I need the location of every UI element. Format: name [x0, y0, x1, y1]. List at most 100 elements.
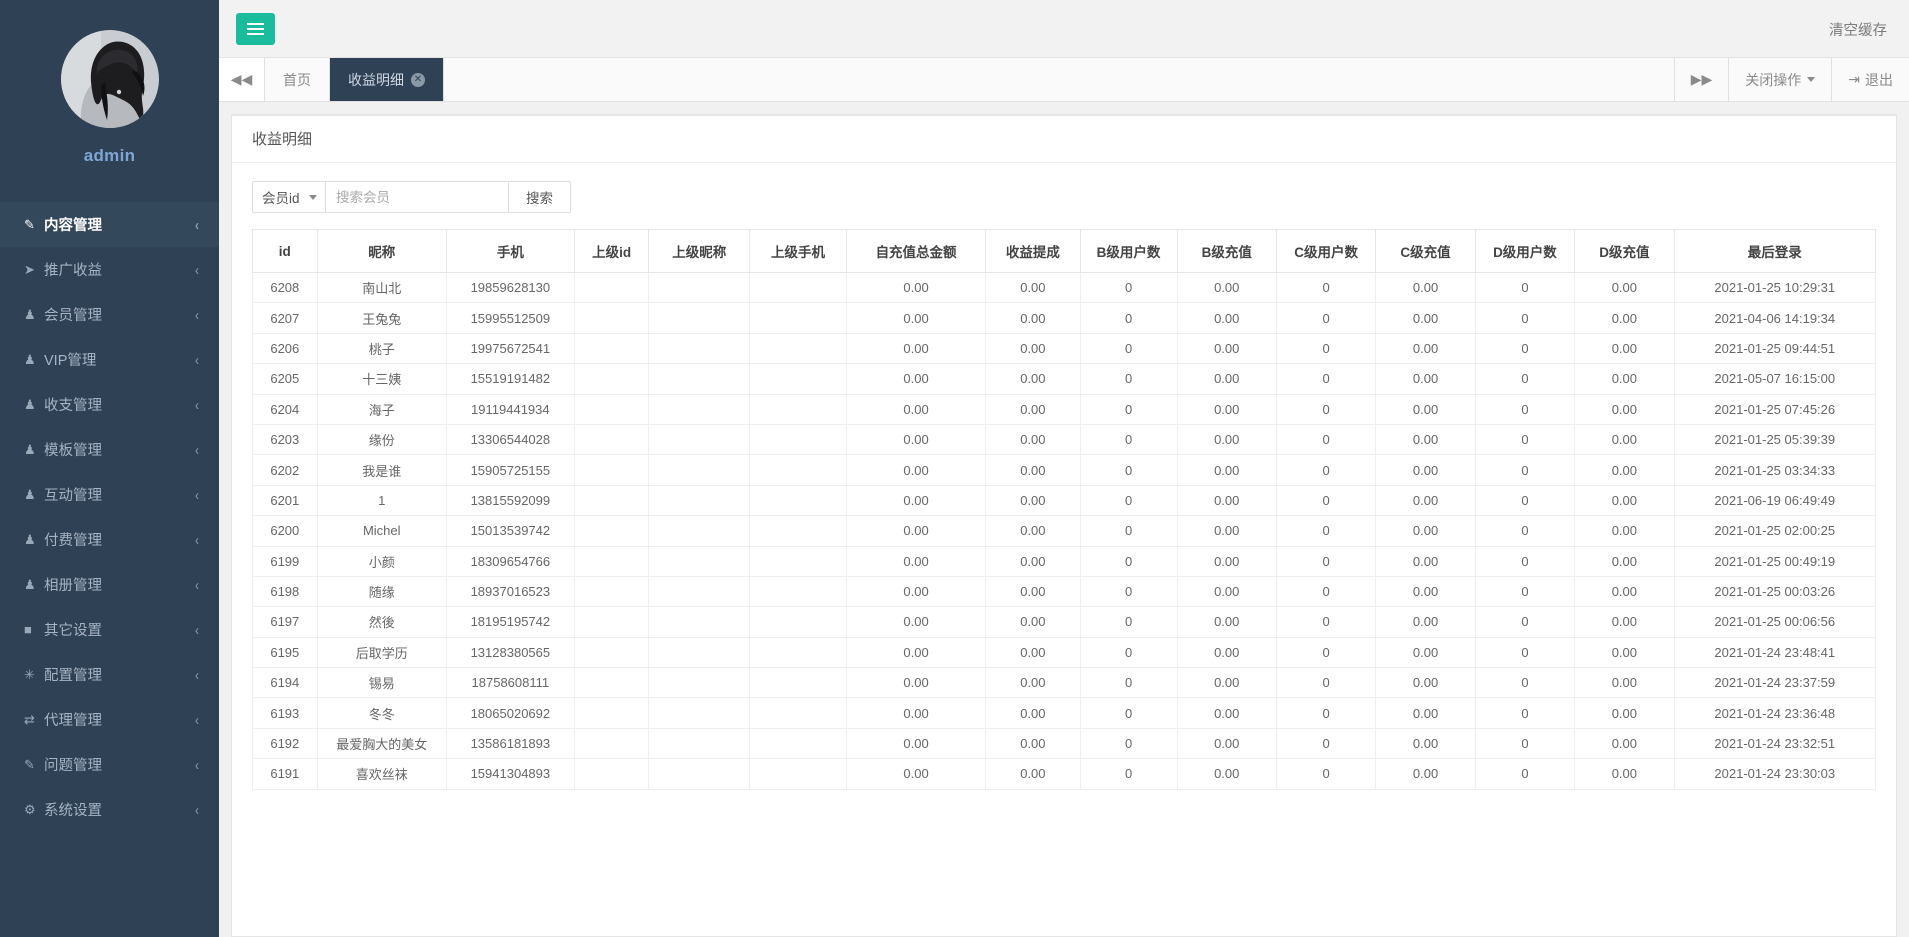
cell-C级用户数: 0	[1276, 364, 1375, 394]
table-row[interactable]: 6207王兔兔159955125090.000.0000.0000.0000.0…	[253, 303, 1876, 333]
chevron-left-icon: ‹	[195, 801, 199, 819]
sidebar-item-label: 代理管理	[44, 709, 195, 730]
cell-id: 6203	[253, 424, 318, 454]
cell-上级昵称	[649, 303, 750, 333]
hamburger-icon[interactable]	[236, 13, 275, 45]
cell-收益提成: 0.00	[986, 455, 1080, 485]
table-row[interactable]: 6208南山北198596281300.000.0000.0000.0000.0…	[253, 273, 1876, 303]
cell-B级充值: 0.00	[1177, 637, 1276, 667]
cell-D级充值: 0.00	[1575, 303, 1674, 333]
cell-上级手机	[750, 576, 847, 606]
cell-收益提成: 0.00	[986, 333, 1080, 363]
cell-C级充值: 0.00	[1376, 668, 1475, 698]
table-row[interactable]: 6195后取学历131283805650.000.0000.0000.0000.…	[253, 637, 1876, 667]
cell-id: 6198	[253, 576, 318, 606]
paper-plane-icon: ➤	[24, 263, 44, 276]
cell-D级充值: 0.00	[1575, 607, 1674, 637]
avatar[interactable]	[61, 30, 159, 128]
cell-自充值总金额: 0.00	[846, 546, 985, 576]
cell-D级用户数: 0	[1475, 424, 1574, 454]
sidebar-item-0[interactable]: ✎内容管理‹	[0, 202, 219, 247]
table-row[interactable]: 6194锡易187586081110.000.0000.0000.0000.00…	[253, 668, 1876, 698]
table-row[interactable]: 6193冬冬180650206920.000.0000.0000.0000.00…	[253, 698, 1876, 728]
sidebar-item-10[interactable]: ✳配置管理‹	[0, 652, 219, 697]
cell-C级充值: 0.00	[1376, 516, 1475, 546]
search-row: 会员id 搜索	[252, 181, 1876, 213]
sidebar-item-13[interactable]: ⚙系统设置‹	[0, 787, 219, 832]
sidebar-item-1[interactable]: ➤推广收益‹	[0, 247, 219, 292]
sidebar-item-9[interactable]: ■其它设置‹	[0, 607, 219, 652]
cell-上级id	[574, 516, 649, 546]
cell-id: 6204	[253, 394, 318, 424]
sidebar-item-3[interactable]: ♟VIP管理‹	[0, 337, 219, 382]
cell-D级用户数: 0	[1475, 607, 1574, 637]
sidebar-item-8[interactable]: ♟相册管理‹	[0, 562, 219, 607]
tabs-scroll-left-icon[interactable]: ◀◀	[219, 58, 265, 101]
search-button[interactable]: 搜索	[509, 181, 571, 213]
sidebar-item-4[interactable]: ♟收支管理‹	[0, 382, 219, 427]
search-input[interactable]	[326, 181, 509, 213]
tab-1[interactable]: 收益明细✕	[330, 58, 444, 101]
column-header-3: 上级id	[574, 230, 649, 273]
column-header-7: 收益提成	[986, 230, 1080, 273]
cell-id: 6199	[253, 546, 318, 576]
sidebar-item-12[interactable]: ✎问题管理‹	[0, 742, 219, 787]
clear-cache-button[interactable]: 清空缓存	[1829, 0, 1887, 58]
sidebar-item-label: 会员管理	[44, 304, 195, 325]
sidebar-item-label: 模板管理	[44, 439, 195, 460]
table-row[interactable]: 6199小颜183096547660.000.0000.0000.0000.00…	[253, 546, 1876, 576]
cell-C级充值: 0.00	[1376, 333, 1475, 363]
cell-id: 6194	[253, 668, 318, 698]
table-row[interactable]: 6191喜欢丝袜159413048930.000.0000.0000.0000.…	[253, 759, 1876, 789]
sidebar-item-6[interactable]: ♟互动管理‹	[0, 472, 219, 517]
table-row[interactable]: 6192最爱胸大的美女135861818930.000.0000.0000.00…	[253, 728, 1876, 758]
chevron-left-icon: ‹	[195, 396, 199, 414]
close-ops-dropdown[interactable]: 关闭操作	[1729, 58, 1832, 101]
cell-收益提成: 0.00	[986, 546, 1080, 576]
sidebar-item-11[interactable]: ⇄代理管理‹	[0, 697, 219, 742]
sidebar-item-2[interactable]: ♟会员管理‹	[0, 292, 219, 337]
table-row[interactable]: 6198随缘189370165230.000.0000.0000.0000.00…	[253, 576, 1876, 606]
cell-手机: 13586181893	[446, 728, 574, 758]
cell-上级id	[574, 364, 649, 394]
chevron-left-icon: ‹	[195, 666, 199, 684]
table-row[interactable]: 6206桃子199756725410.000.0000.0000.0000.00…	[253, 333, 1876, 363]
cell-C级用户数: 0	[1276, 576, 1375, 606]
cell-D级用户数: 0	[1475, 637, 1574, 667]
cell-C级用户数: 0	[1276, 546, 1375, 576]
cell-B级用户数: 0	[1080, 668, 1177, 698]
sidebar-item-5[interactable]: ♟模板管理‹	[0, 427, 219, 472]
cell-手机: 18937016523	[446, 576, 574, 606]
cell-C级充值: 0.00	[1376, 607, 1475, 637]
logout-button[interactable]: ⇥ 退出	[1832, 58, 1909, 101]
cell-C级用户数: 0	[1276, 516, 1375, 546]
user-avatar-photo	[61, 30, 159, 128]
cell-手机: 15995512509	[446, 303, 574, 333]
cell-最后登录: 2021-01-25 03:34:33	[1674, 455, 1875, 485]
cell-D级充值: 0.00	[1575, 364, 1674, 394]
sidebar-item-7[interactable]: ♟付费管理‹	[0, 517, 219, 562]
tab-close-icon[interactable]: ✕	[411, 73, 425, 87]
table-row[interactable]: 62011138155920990.000.0000.0000.0000.002…	[253, 485, 1876, 515]
logout-icon: ⇥	[1848, 71, 1860, 88]
table-row[interactable]: 6204海子191194419340.000.0000.0000.0000.00…	[253, 394, 1876, 424]
table-row[interactable]: 6197然後181951957420.000.0000.0000.0000.00…	[253, 607, 1876, 637]
cell-D级用户数: 0	[1475, 485, 1574, 515]
search-field-select[interactable]: 会员id	[252, 181, 326, 213]
cell-手机: 19119441934	[446, 394, 574, 424]
tab-0[interactable]: 首页	[265, 58, 330, 101]
cell-收益提成: 0.00	[986, 576, 1080, 606]
cell-收益提成: 0.00	[986, 364, 1080, 394]
column-header-1: 昵称	[317, 230, 446, 273]
column-header-12: D级用户数	[1475, 230, 1574, 273]
cell-上级昵称	[649, 273, 750, 303]
table-row[interactable]: 6203缘份133065440280.000.0000.0000.0000.00…	[253, 424, 1876, 454]
table-row[interactable]: 6205十三姨155191914820.000.0000.0000.0000.0…	[253, 364, 1876, 394]
tabs-scroll-right-icon[interactable]: ▶▶	[1675, 58, 1730, 101]
table-row[interactable]: 6202我是谁159057251550.000.0000.0000.0000.0…	[253, 455, 1876, 485]
cell-B级充值: 0.00	[1177, 668, 1276, 698]
cell-D级用户数: 0	[1475, 698, 1574, 728]
table-row[interactable]: 6200Michel150135397420.000.0000.0000.000…	[253, 516, 1876, 546]
search-field-value: 会员id	[262, 187, 300, 207]
sidebar-item-label: 付费管理	[44, 529, 195, 550]
